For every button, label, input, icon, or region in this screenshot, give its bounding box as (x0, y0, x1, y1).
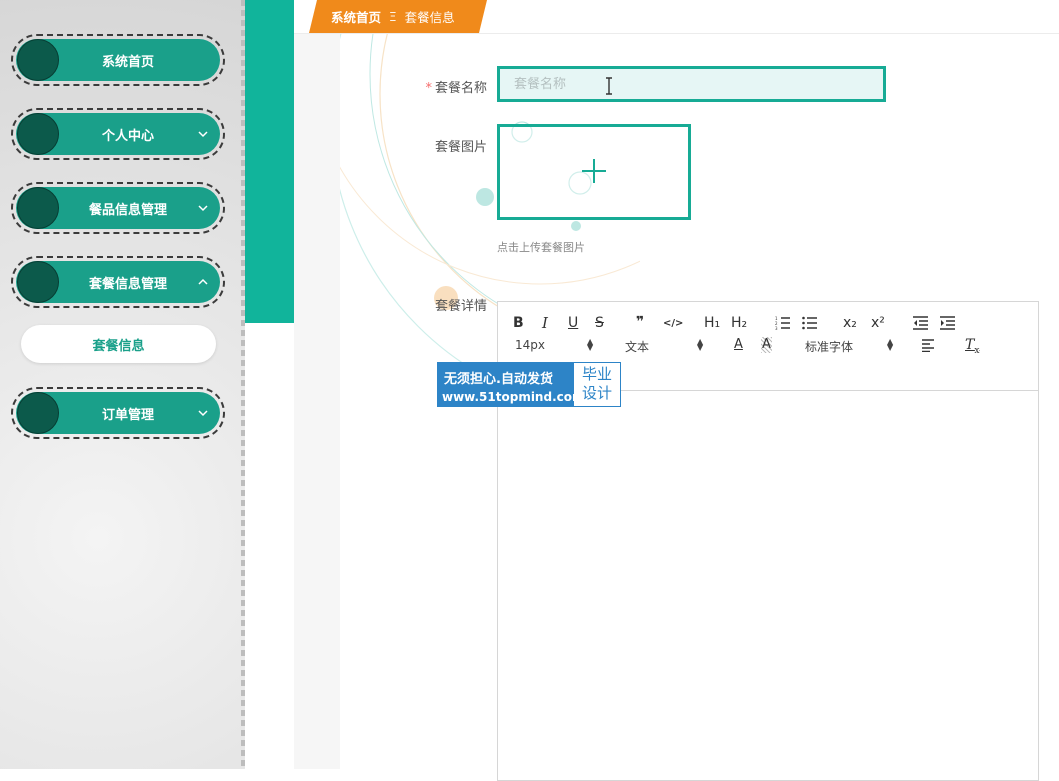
package-name-input[interactable] (497, 66, 886, 102)
sidebar-item-package-management[interactable]: 套餐信息管理 (11, 256, 225, 308)
text-cursor-icon (606, 77, 612, 95)
menu-dot-icon (17, 261, 59, 303)
sidebar-item-label: 个人中心 (101, 128, 154, 144)
align-icon[interactable] (922, 339, 936, 352)
font-family-select[interactable]: 标准字体 ▲ ▼ (805, 338, 893, 355)
select-arrows-icon: ▲ ▼ (697, 337, 704, 352)
bold-button[interactable]: B (513, 315, 524, 331)
sidebar-item-label: 套餐信息管理 (88, 276, 167, 292)
superscript-button[interactable]: x² (871, 315, 885, 331)
sidebar-item-dish-management[interactable]: 餐品信息管理 (11, 182, 225, 234)
breadcrumb-separator: Ξ (389, 9, 397, 24)
teal-accent-band (245, 0, 294, 323)
indent-increase-icon[interactable] (940, 316, 955, 330)
sidebar-item-label: 餐品信息管理 (88, 202, 167, 218)
blockquote-button[interactable]: ❞ (636, 314, 644, 330)
sidebar-item-personal-center[interactable]: 个人中心 (11, 108, 225, 160)
package-image-label: 套餐图片 (434, 140, 487, 155)
sidebar-item-order-management[interactable]: 订单管理 (11, 387, 225, 439)
h2-button[interactable]: H₂ (731, 315, 747, 331)
italic-button[interactable]: I (542, 315, 548, 331)
topbar-divider (294, 33, 1059, 34)
menu-dot-icon (17, 187, 59, 229)
underline-button[interactable]: U (568, 315, 578, 331)
menu-dot-icon (17, 39, 59, 81)
sidebar: 系统首页 个人中心 餐品信息管理 套餐信息管理 套餐信息 订单管理 (0, 0, 245, 769)
chevron-up-icon (198, 278, 208, 285)
watermark-text: 无须担心.自动发货 (444, 372, 553, 387)
sidebar-item-label: 订单管理 (101, 407, 154, 423)
font-size-select[interactable]: 14px ▲ ▼ (515, 338, 593, 353)
header-select[interactable]: 文本 ▲ ▼ (625, 338, 703, 355)
package-name-label: * 套餐名称 (425, 81, 487, 96)
image-uploader[interactable] (497, 124, 691, 220)
watermark-stamp: 毕业 设计 (574, 363, 620, 406)
ordered-list-icon[interactable]: 1 2 3 (775, 316, 791, 330)
chevron-down-icon (198, 131, 208, 138)
watermark-badge: 无须担心.自动发货 www.51topmind.com 毕业 设计 (437, 362, 621, 407)
chevron-down-icon (198, 205, 208, 212)
bullet-list-icon[interactable] (802, 316, 818, 330)
breadcrumb: 系统首页 Ξ 套餐信息 (309, 0, 487, 33)
package-detail-label: 套餐详情 (434, 299, 487, 314)
upload-tip: 点击上传套餐图片 (497, 241, 585, 254)
breadcrumb-home[interactable]: 系统首页 (331, 7, 381, 26)
select-arrows-icon: ▲ ▼ (587, 337, 594, 352)
watermark-url: www.51topmind.com (442, 390, 585, 404)
sidebar-subitem-package-info[interactable]: 套餐信息 (21, 325, 216, 363)
sidebar-item-label: 系统首页 (101, 54, 154, 70)
code-button[interactable]: </> (663, 316, 683, 332)
h1-button[interactable]: H₁ (704, 315, 720, 331)
menu-dot-icon (17, 392, 59, 434)
indent-decrease-icon[interactable] (913, 316, 928, 330)
subscript-button[interactable]: x₂ (843, 315, 857, 331)
clean-format-button[interactable]: Tx (965, 337, 979, 359)
strike-button[interactable]: S (595, 315, 604, 331)
plus-icon (582, 159, 606, 183)
menu-dot-icon (17, 113, 59, 155)
sidebar-item-home[interactable]: 系统首页 (11, 34, 225, 86)
content-gutter (294, 34, 340, 769)
breadcrumb-current: 套餐信息 (404, 10, 455, 25)
svg-text:3: 3 (775, 326, 778, 330)
select-arrows-icon: ▲ ▼ (887, 337, 894, 352)
background-color-button[interactable]: A (761, 337, 772, 353)
font-color-button[interactable]: A (734, 337, 743, 353)
chevron-down-icon (198, 410, 208, 417)
